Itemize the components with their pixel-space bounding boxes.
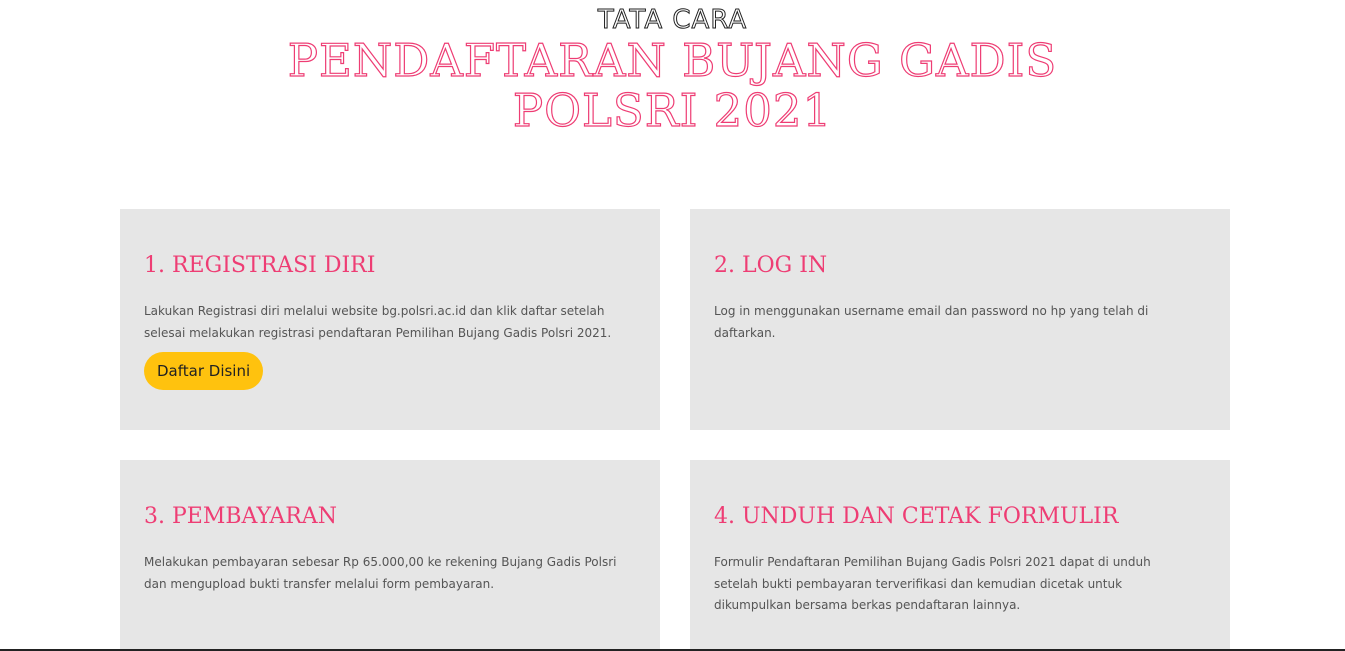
step-title: 4. UNDUH DAN CETAK FORMULIR (714, 504, 1119, 529)
step-description: Formulir Pendaftaran Pemilihan Bujang Ga… (714, 555, 1151, 612)
daftar-disini-button[interactable]: Daftar Disini (144, 352, 264, 390)
step-card-pembayaran: 3. PEMBAYARAN Melakukan pembayaran sebes… (120, 460, 660, 651)
step-description: Lakukan Registrasi diri melalui website … (144, 304, 612, 340)
step-description: Log in menggunakan username email dan pa… (714, 304, 1149, 340)
page-title-line-2: POLSRI 2021 (512, 84, 833, 137)
step-card-formulir: 4. UNDUH DAN CETAK FORMULIR Formulir Pen… (690, 460, 1230, 651)
step-card-registrasi: 1. REGISTRASI DIRI Lakukan Registrasi di… (120, 209, 660, 430)
step-title: 1. REGISTRASI DIRI (144, 253, 376, 278)
step-card-login: 2. LOG IN Log in menggunakan username em… (690, 209, 1230, 430)
page-kicker: TATA CARA (597, 5, 748, 36)
step-title: 3. PEMBAYARAN (144, 504, 337, 529)
page-title-line-1: PENDAFTARAN BUJANG GADIS (287, 34, 1058, 87)
step-description: Melakukan pembayaran sebesar Rp 65.000,0… (144, 555, 617, 591)
step-title: 2. LOG IN (714, 253, 828, 278)
